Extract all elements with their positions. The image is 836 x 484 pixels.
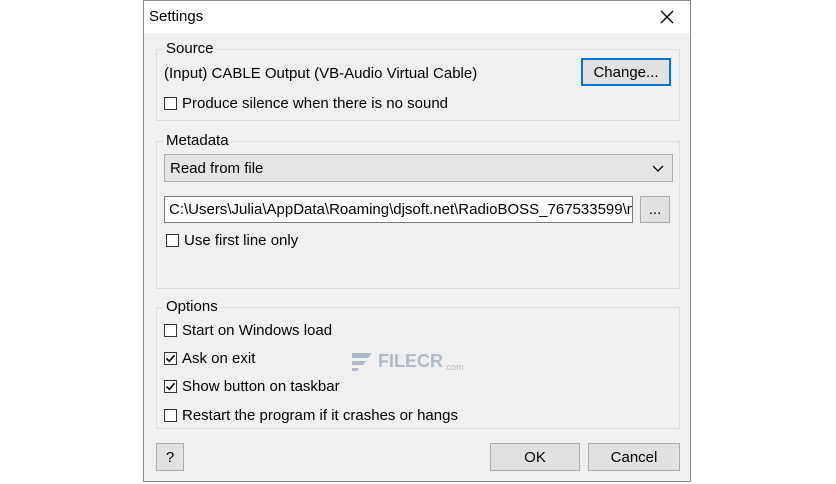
options-group: Options Start on Windows load Ask on exi… <box>156 298 680 429</box>
source-group: Source (Input) CABLE Output (VB-Audio Vi… <box>156 40 680 121</box>
option-label: Start on Windows load <box>182 322 333 339</box>
window-title: Settings <box>149 8 204 25</box>
chevron-down-icon <box>652 165 664 172</box>
metadata-file-path-value: C:\Users\Julia\AppData\Roaming\djsoft.ne… <box>169 201 633 218</box>
option-checkbox-box[interactable] <box>164 380 177 393</box>
option-checkbox-box[interactable] <box>164 409 177 422</box>
ok-button[interactable]: OK <box>490 443 580 471</box>
source-device-label: (Input) CABLE Output (VB-Audio Virtual C… <box>164 65 478 82</box>
option-label: Ask on exit <box>182 350 256 367</box>
option-start-on-windows-load[interactable]: Start on Windows load <box>164 322 332 339</box>
first-line-checkbox-label: Use first line only <box>184 232 299 249</box>
metadata-legend: Metadata <box>163 132 232 149</box>
cancel-button[interactable]: Cancel <box>588 443 680 471</box>
metadata-mode-value: Read from file <box>170 159 264 177</box>
first-line-checkbox[interactable]: Use first line only <box>166 232 298 249</box>
source-legend: Source <box>163 40 217 57</box>
title-bar: Settings <box>144 1 690 33</box>
first-line-checkbox-box[interactable] <box>166 234 179 247</box>
change-button[interactable]: Change... <box>581 58 671 86</box>
option-ask-on-exit[interactable]: Ask on exit <box>164 350 255 367</box>
metadata-file-path-field[interactable]: C:\Users\Julia\AppData\Roaming\djsoft.ne… <box>164 196 633 223</box>
silence-checkbox-box[interactable] <box>164 97 177 110</box>
close-icon <box>660 10 674 24</box>
option-label: Restart the program if it crashes or han… <box>182 407 458 424</box>
metadata-group: Metadata Read from file C:\Users\Julia\A… <box>156 132 680 289</box>
option-label: Show button on taskbar <box>182 378 340 395</box>
metadata-mode-select[interactable]: Read from file <box>164 154 673 182</box>
checkmark-icon <box>165 382 176 391</box>
help-button[interactable]: ? <box>156 443 184 471</box>
browse-button[interactable]: ... <box>640 196 670 223</box>
option-restart-on-crash[interactable]: Restart the program if it crashes or han… <box>164 407 458 424</box>
close-button[interactable] <box>644 1 690 33</box>
settings-dialog: Settings Source (Input) CABLE Output (VB… <box>143 0 691 482</box>
option-show-button-on-taskbar[interactable]: Show button on taskbar <box>164 378 340 395</box>
option-checkbox-box[interactable] <box>164 324 177 337</box>
option-checkbox-box[interactable] <box>164 352 177 365</box>
checkmark-icon <box>165 354 176 363</box>
silence-checkbox-label: Produce silence when there is no sound <box>182 95 449 112</box>
options-legend: Options <box>163 298 221 315</box>
silence-checkbox[interactable]: Produce silence when there is no sound <box>164 95 448 112</box>
